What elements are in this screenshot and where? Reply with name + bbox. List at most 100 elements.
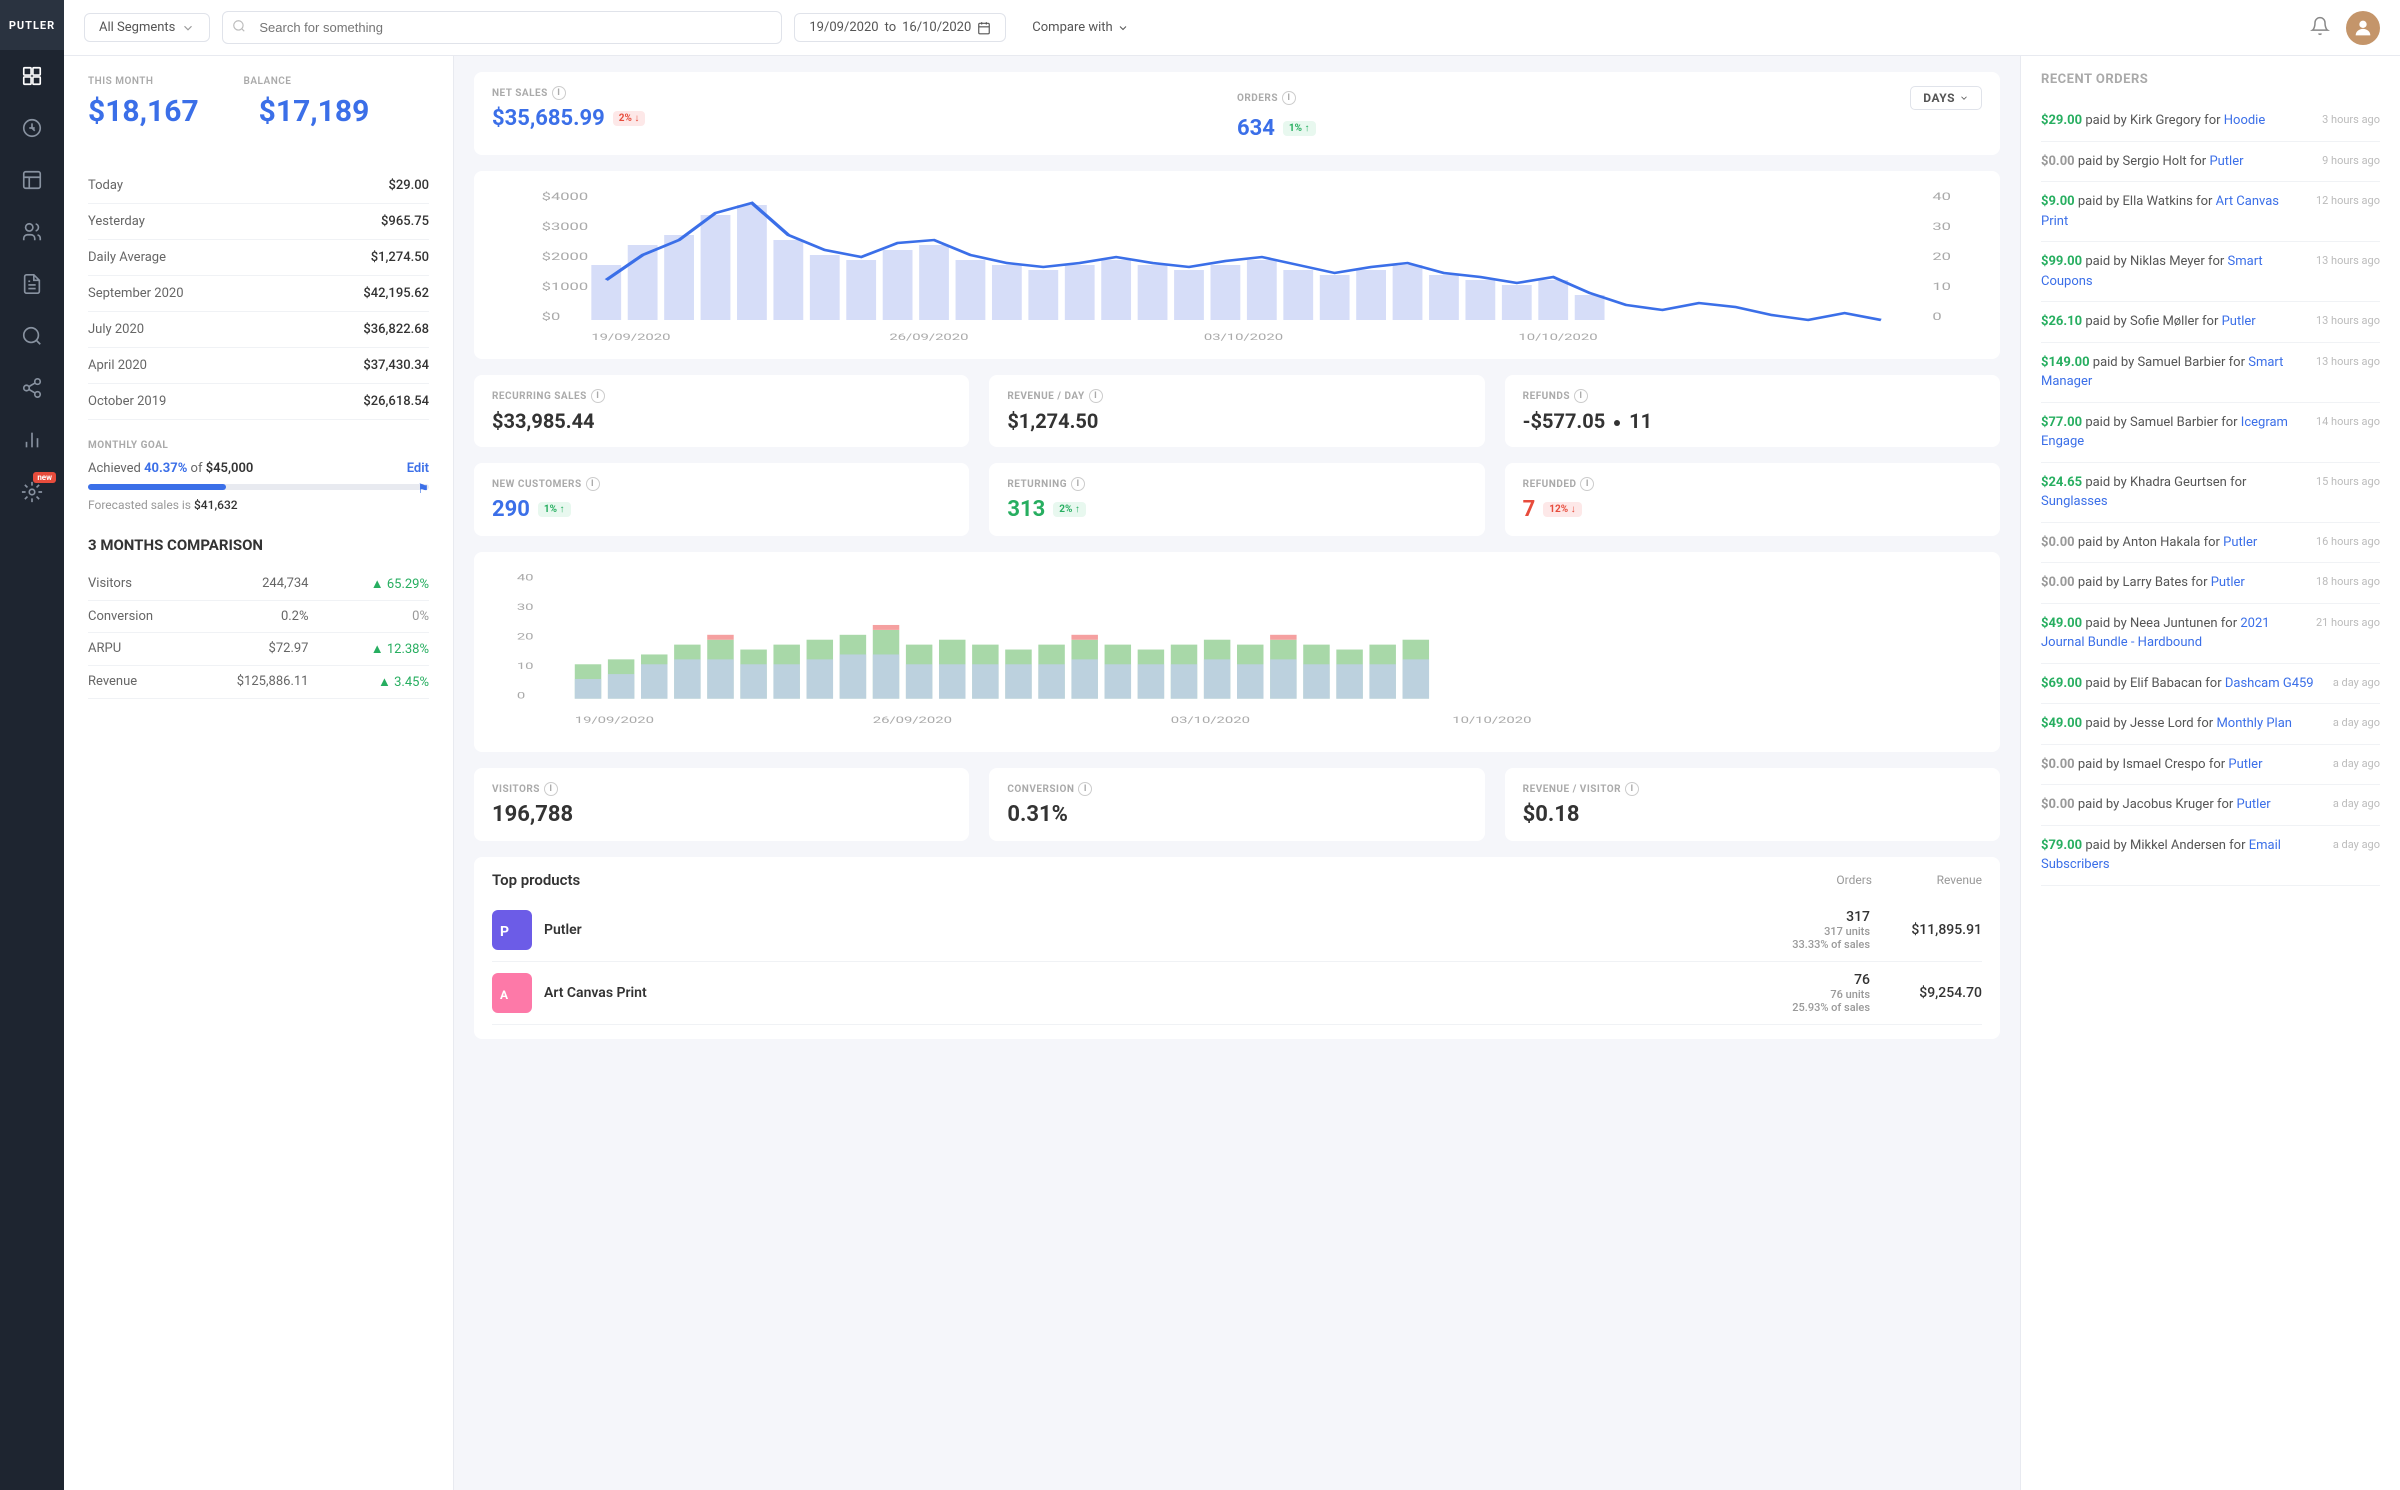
stat-today: Today $29.00 — [88, 168, 429, 204]
visitors-info-icon[interactable]: i — [544, 782, 558, 796]
sub-metrics-row: RECURRING SALES i $33,985.44 REVENUE / D… — [474, 375, 2000, 447]
putler-orders: 317 317 units 33.33% of sales — [1792, 909, 1870, 951]
sidebar-logo: PUTLER — [0, 0, 64, 50]
order-product-link[interactable]: Putler — [2209, 154, 2243, 169]
order-paid-by: paid by Larry Bates for — [2078, 575, 2211, 590]
order-time: 15 hours ago — [2316, 473, 2380, 512]
sidebar-item-analytics[interactable] — [0, 310, 64, 362]
svg-text:26/09/2020: 26/09/2020 — [873, 715, 952, 725]
net-sales-info-icon[interactable]: i — [552, 86, 566, 100]
order-product-link[interactable]: Putler — [2237, 797, 2271, 812]
order-list-item: $99.00 paid by Niklas Meyer for Smart Co… — [2041, 242, 2380, 302]
order-amount: $49.00 — [2041, 716, 2082, 731]
recurring-metric: RECURRING SALES i $33,985.44 — [474, 375, 969, 447]
sidebar-item-orders[interactable] — [0, 154, 64, 206]
order-time: 13 hours ago — [2316, 353, 2380, 392]
conversion-info-icon[interactable]: i — [1078, 782, 1092, 796]
order-time: 13 hours ago — [2316, 252, 2380, 291]
order-detail: $0.00 paid by Jacobus Kruger for Putler — [2041, 795, 2323, 815]
order-paid-by: paid by Ismael Crespo for — [2078, 757, 2229, 772]
order-product-link[interactable]: Dashcam G459 — [2225, 676, 2314, 691]
customers-chart-card: 40 30 20 10 0 — [474, 552, 2000, 752]
order-list-item: $77.00 paid by Samuel Barbier for Icegra… — [2041, 403, 2380, 463]
compare-button[interactable]: Compare with — [1018, 14, 1142, 41]
returning-info-icon[interactable]: i — [1071, 477, 1085, 491]
order-detail: $149.00 paid by Samuel Barbier for Smart… — [2041, 353, 2306, 392]
order-amount: $77.00 — [2041, 415, 2082, 430]
forecast-text: Forecasted sales is $41,632 — [88, 498, 429, 512]
order-time: 3 hours ago — [2322, 111, 2380, 131]
new-customers-info-icon[interactable]: i — [586, 477, 600, 491]
stats-list: Today $29.00 Yesterday $965.75 Daily Ave… — [88, 168, 429, 420]
putler-thumb: P — [492, 910, 532, 950]
date-to: 16/10/2020 — [902, 20, 971, 35]
order-product-link[interactable]: Monthly Plan — [2216, 716, 2292, 731]
main-chart: $4000 $3000 $2000 $1000 $0 40 30 20 10 0 — [492, 185, 1982, 345]
svg-text:10: 10 — [517, 661, 534, 671]
main-chart-svg: $4000 $3000 $2000 $1000 $0 40 30 20 10 0 — [492, 185, 1982, 345]
stat-apr2020: April 2020 $37,430.34 — [88, 348, 429, 384]
order-list-item: $0.00 paid by Jacobus Kruger for Putler … — [2041, 785, 2380, 826]
order-product-link[interactable]: Putler — [2211, 575, 2245, 590]
days-button[interactable]: Days — [1910, 86, 1982, 110]
top-products-card: Top products Orders Revenue P Putler 317… — [474, 857, 2000, 1039]
orders-info-icon[interactable]: i — [1282, 91, 1296, 105]
order-product-link[interactable]: Hoodie — [2224, 113, 2266, 128]
svg-text:0: 0 — [517, 691, 526, 701]
three-months-section: 3 MONTHS COMPARISON Visitors 244,734 ▲ 6… — [88, 536, 429, 699]
order-list-item: $0.00 paid by Anton Hakala for Putler 16… — [2041, 523, 2380, 564]
sidebar-item-reports[interactable] — [0, 258, 64, 310]
sidebar-item-customers[interactable] — [0, 206, 64, 258]
order-list-item: $0.00 paid by Sergio Holt for Putler 9 h… — [2041, 142, 2380, 183]
svg-text:$4000: $4000 — [542, 191, 588, 203]
notification-icon[interactable] — [2310, 16, 2330, 40]
order-list-item: $0.00 paid by Ismael Crespo for Putler a… — [2041, 745, 2380, 786]
sidebar-item-sales[interactable] — [0, 102, 64, 154]
refunds-info-icon[interactable]: i — [1574, 389, 1588, 403]
segment-dropdown[interactable]: All Segments — [84, 13, 210, 42]
order-time: a day ago — [2333, 755, 2380, 775]
stat-sep2020: September 2020 $42,195.62 — [88, 276, 429, 312]
revenue-visitor-info-icon[interactable]: i — [1625, 782, 1639, 796]
sidebar-item-dashboard[interactable] — [0, 50, 64, 102]
search-container — [222, 11, 782, 44]
order-amount: $0.00 — [2041, 535, 2075, 550]
svg-text:20: 20 — [517, 632, 534, 642]
user-avatar[interactable] — [2346, 11, 2380, 45]
order-detail: $49.00 paid by Jesse Lord for Monthly Pl… — [2041, 714, 2323, 734]
order-product-link[interactable]: Sunglasses — [2041, 494, 2108, 509]
svg-text:03/10/2020: 03/10/2020 — [1171, 715, 1250, 725]
stat-oct2019: October 2019 $26,618.54 — [88, 384, 429, 420]
order-product-link[interactable]: Putler — [2222, 314, 2256, 329]
art-canvas-revenue: $9,254.70 — [1882, 985, 1982, 1001]
recurring-val: $33,985.44 — [492, 409, 951, 433]
returning-metric: RETURNING i 313 2% ↑ — [989, 463, 1484, 536]
date-range-picker[interactable]: 19/09/2020 to 16/10/2020 — [794, 13, 1006, 42]
order-time: 12 hours ago — [2316, 192, 2380, 231]
search-input[interactable] — [222, 11, 782, 44]
order-product-link[interactable]: Putler — [2228, 757, 2262, 772]
months-revenue: Revenue $125,886.11 ▲ 3.45% — [88, 666, 429, 699]
order-list-item: $49.00 paid by Jesse Lord for Monthly Pl… — [2041, 704, 2380, 745]
order-paid-by: paid by Samuel Barbier for — [2085, 415, 2240, 430]
orders-val: 634 — [1237, 116, 1275, 141]
order-paid-by: paid by Niklas Meyer for — [2085, 254, 2227, 269]
order-product-link[interactable]: Putler — [2223, 535, 2257, 550]
art-canvas-orders: 76 76 units 25.93% of sales — [1792, 972, 1870, 1014]
order-time: 13 hours ago — [2316, 312, 2380, 332]
sidebar-item-charts[interactable] — [0, 414, 64, 466]
stat-sep2020-label: September 2020 — [88, 286, 184, 301]
recurring-info-icon[interactable]: i — [591, 389, 605, 403]
sidebar-item-integrations[interactable]: new — [0, 466, 64, 518]
refunded-info-icon[interactable]: i — [1580, 477, 1594, 491]
returning-badge: 2% ↑ — [1053, 502, 1086, 517]
goal-edit-button[interactable]: Edit — [407, 461, 429, 476]
order-amount: $0.00 — [2041, 797, 2075, 812]
svg-text:P: P — [500, 924, 509, 940]
orders-metric: ORDERS i Days 634 1% ↑ — [1237, 86, 1982, 141]
sidebar-item-affiliates[interactable] — [0, 362, 64, 414]
svg-text:40: 40 — [1932, 191, 1951, 203]
goal-row: Achieved 40.37% of $45,000 Edit — [88, 461, 429, 476]
revenue-day-info-icon[interactable]: i — [1089, 389, 1103, 403]
order-list-item: $9.00 paid by Ella Watkins for Art Canva… — [2041, 182, 2380, 242]
